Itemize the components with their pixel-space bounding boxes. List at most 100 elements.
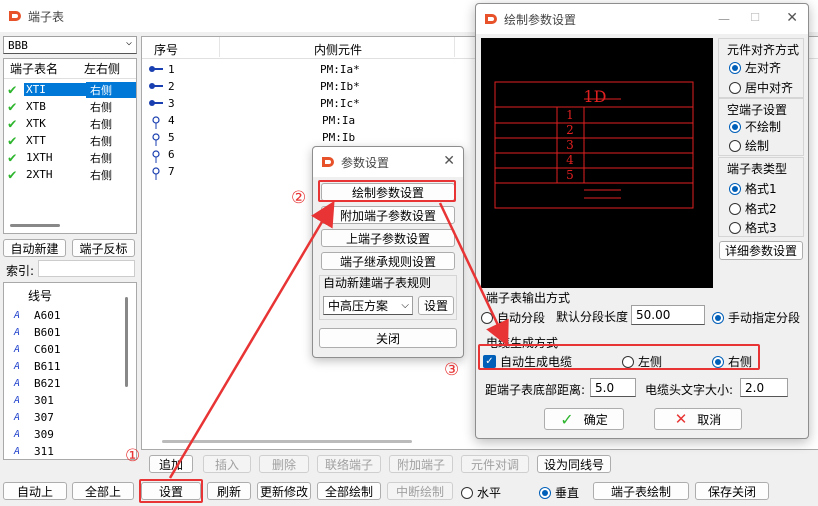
- table-set-value: BBB: [8, 38, 28, 52]
- terminal-table-name: XTK: [26, 117, 46, 130]
- wire-row[interactable]: A C601: [4, 341, 124, 358]
- maximize-icon[interactable]: ☐: [750, 11, 760, 24]
- grid-h-scrollbar[interactable]: [162, 440, 412, 443]
- upper-terminal-param-button[interactable]: 上端子参数设置: [321, 229, 455, 247]
- wire-label: 309: [34, 428, 54, 441]
- terminal-table-row[interactable]: ✔ XTK 右侧: [4, 115, 136, 132]
- align-left-dot: [729, 61, 741, 74]
- auto-segment-radio[interactable]: 自动分段: [481, 309, 545, 326]
- empty-draw-radio[interactable]: 绘制: [729, 137, 769, 154]
- chevron-down-icon: ⌵: [125, 37, 132, 48]
- all-up-button[interactable]: 全部上: [72, 482, 134, 500]
- type-1-radio[interactable]: 格式1: [729, 180, 777, 197]
- table-set-dropdown[interactable]: BBB ⌵: [3, 36, 137, 54]
- wire-row[interactable]: A 307: [4, 409, 124, 426]
- delete-button[interactable]: 删除: [259, 455, 309, 473]
- terminal-table-name: 2XTH: [26, 168, 53, 181]
- empty-group-title: 空端子设置: [727, 103, 788, 117]
- terminal-link-icon: [148, 81, 164, 94]
- type-3-radio[interactable]: 格式3: [729, 219, 777, 236]
- align-left-radio[interactable]: 左对齐: [729, 59, 781, 76]
- cable-text-size-label: 电缆头文字大小:: [645, 383, 734, 397]
- minimize-icon[interactable]: —: [718, 12, 730, 26]
- grid-seq: 7: [168, 165, 175, 178]
- default-segment-input[interactable]: 50.00: [631, 305, 705, 325]
- preview-table: 1D 12345: [494, 81, 694, 209]
- terminal-table-row[interactable]: ✔ XTI 右侧: [4, 81, 136, 98]
- update-changes-button[interactable]: 更新修改: [257, 482, 311, 500]
- type-3-dot: [729, 221, 741, 234]
- close-icon[interactable]: ✕: [786, 10, 798, 26]
- wire-row[interactable]: A A601: [4, 307, 124, 324]
- wire-row[interactable]: A B621: [4, 375, 124, 392]
- cancel-button[interactable]: ✕ 取消: [654, 408, 742, 430]
- terminal-table-row[interactable]: ✔ 2XTH 右侧: [4, 166, 136, 183]
- table-draw-button[interactable]: 端子表绘制: [593, 482, 689, 500]
- empty-terminal-group: 空端子设置 不绘制 绘制: [718, 98, 804, 156]
- param-dialog: 参数设置 ✕ 绘制参数设置 附加端子参数设置 上端子参数设置 端子继承规则设置 …: [312, 146, 464, 358]
- extra-terminal-param-button[interactable]: 附加端子参数设置: [321, 206, 455, 224]
- swap-component-button[interactable]: 元件对调: [461, 455, 529, 473]
- terminal-reverse-button[interactable]: 端子反标: [72, 239, 135, 257]
- check-icon: ✓: [560, 409, 574, 429]
- draw-all-button[interactable]: 全部绘制: [317, 482, 381, 500]
- wire-row[interactable]: A B601: [4, 324, 124, 341]
- type-1-label: 格式1: [745, 182, 777, 196]
- bottom-distance-value: 5.0: [595, 380, 615, 395]
- default-segment-label: 默认分段长度: [556, 310, 629, 324]
- terminal-table-rows: ✔ XTI 右侧 ✔ XTB 右侧 ✔ XTK 右侧 ✔ XTT 右侧 ✔ 1XTH 右侧 ✔ 2XTH 右侧: [4, 81, 136, 183]
- horizontal-radio[interactable]: 水平: [461, 484, 501, 501]
- grid-seq: 1: [168, 63, 175, 76]
- horizontal-scrollbar[interactable]: [10, 224, 60, 227]
- extra-terminal-button[interactable]: 附加端子: [389, 455, 453, 473]
- bottom-distance-input[interactable]: 5.0: [590, 378, 636, 397]
- wire-list[interactable]: 线号 A A601 A B601 A C601 A B611 A B621 A 301 A 307 A 309…: [3, 282, 137, 460]
- inherit-rule-button[interactable]: 端子继承规则设置: [321, 252, 455, 270]
- preview-canvas: 1D 12345: [481, 38, 713, 288]
- terminal-link-icon: [148, 98, 164, 111]
- rule-settings-button[interactable]: 设置: [418, 296, 454, 315]
- align-center-label: 居中对齐: [745, 81, 794, 95]
- wire-a-icon: A: [14, 310, 21, 321]
- detail-param-button[interactable]: 详细参数设置: [719, 241, 803, 260]
- index-input[interactable]: [38, 260, 135, 277]
- vertical-scrollbar[interactable]: [125, 297, 128, 387]
- draw-param-dialog: 绘制参数设置 — ☐ ✕ 1D 12345 元件对齐方式 左对齐 居中对齐 空端…: [475, 3, 809, 439]
- terminal-table-row[interactable]: ✔ XTT 右侧: [4, 132, 136, 149]
- rule-select[interactable]: 中高压方案 ⌵: [323, 296, 413, 315]
- grid-inner-component: PM:Ib: [322, 131, 356, 144]
- manual-segment-radio[interactable]: 手动指定分段: [712, 309, 800, 326]
- close-icon[interactable]: ✕: [443, 153, 455, 169]
- ok-button[interactable]: ✓ 确定: [544, 408, 624, 430]
- rule-select-value: 中高压方案: [328, 299, 389, 313]
- wire-row[interactable]: A 309: [4, 426, 124, 443]
- cable-text-size-value: 2.0: [745, 380, 765, 395]
- cancel-label: 取消: [697, 412, 722, 427]
- wire-label: B601: [34, 326, 61, 339]
- terminal-table-list[interactable]: 端子表名 左右侧 ✔ XTI 右侧 ✔ XTB 右侧 ✔ XTK 右侧 ✔ XTT 右侧 ✔ 1XTH 右侧…: [3, 58, 137, 234]
- grid-inner-component: PM:Ia*: [320, 63, 360, 76]
- wire-row[interactable]: A 301: [4, 392, 124, 409]
- type-2-radio[interactable]: 格式2: [729, 200, 777, 217]
- append-button[interactable]: 追加: [149, 455, 193, 473]
- auto-up-button[interactable]: 自动上: [3, 482, 67, 500]
- same-wire-button[interactable]: 设为同线号: [537, 455, 611, 473]
- auto-new-button[interactable]: 自动新建: [3, 239, 66, 257]
- grid-seq: 2: [168, 80, 175, 93]
- align-center-radio[interactable]: 居中对齐: [729, 79, 793, 96]
- break-draw-button[interactable]: 中断绘制: [387, 482, 453, 500]
- cable-text-size-input[interactable]: 2.0: [740, 378, 788, 397]
- wire-row[interactable]: A B611: [4, 358, 124, 375]
- param-close-button[interactable]: 关闭: [319, 328, 457, 348]
- wire-row[interactable]: A 311: [4, 443, 124, 460]
- link-terminal-button[interactable]: 联络端子: [317, 455, 381, 473]
- save-close-button[interactable]: 保存关闭: [695, 482, 769, 500]
- empty-no-draw-radio[interactable]: 不绘制: [729, 118, 781, 135]
- terminal-table-row[interactable]: ✔ 1XTH 右侧: [4, 149, 136, 166]
- insert-button[interactable]: 插入: [203, 455, 251, 473]
- vertical-radio[interactable]: 垂直: [539, 484, 579, 501]
- highlight-settings-button: [139, 479, 203, 503]
- refresh-button[interactable]: 刷新: [207, 482, 251, 500]
- terminal-table-row[interactable]: ✔ XTB 右侧: [4, 98, 136, 115]
- manual-segment-dot: [712, 311, 724, 324]
